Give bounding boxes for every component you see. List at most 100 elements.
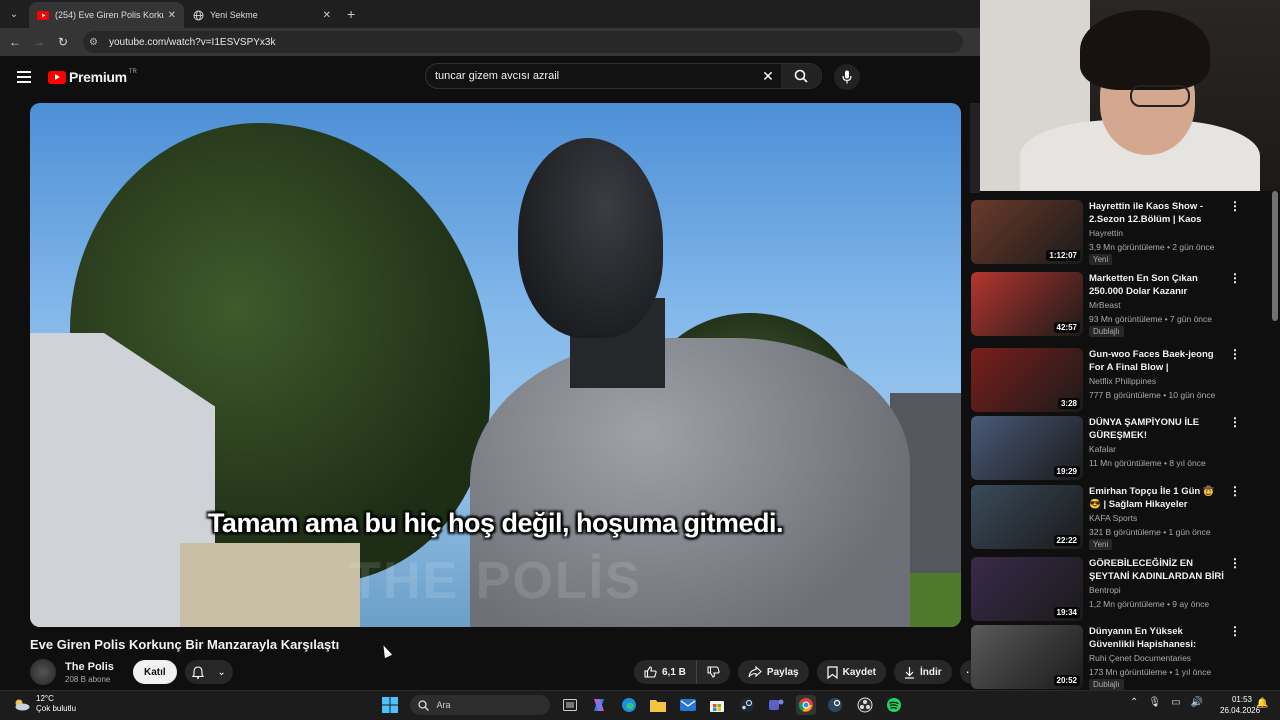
video-duration: 3:28 — [1057, 398, 1080, 409]
download-label: İndir — [919, 666, 942, 678]
copilot-icon[interactable] — [589, 695, 609, 715]
recommendation-title[interactable]: Marketten En Son Çıkan 250.000 Dolar Kaz… — [1089, 272, 1225, 298]
recommendation-channel[interactable]: Hayrettin — [1089, 228, 1123, 238]
tab-video[interactable]: (254) Eve Giren Polis Korkunç Bi ✕ — [29, 2, 184, 28]
channel-avatar[interactable] — [30, 659, 56, 685]
tab-new[interactable]: Yeni Sekme ✕ — [184, 2, 339, 28]
recommendation-title[interactable]: Gun-woo Faces Baek-jeong For A Final Blo… — [1089, 348, 1225, 374]
more-vertical-icon[interactable]: ⋮ — [1229, 557, 1241, 569]
recommendation-item[interactable]: 19:34 GÖREBİLECEĞİNİZ EN ŞEYTANİ KADINLAR… — [971, 557, 1271, 621]
url-field[interactable]: ⚙ youtube.com/watch?v=I1ESVSPYx3k — [83, 31, 963, 53]
share-button[interactable]: Paylaş — [737, 660, 809, 684]
search-box[interactable]: tuncar gizem avcısı azrail ✕ — [425, 63, 822, 89]
recommendation-title[interactable]: DÜNYA ŞAMPİYONU İLE GÜREŞMEK! — [1089, 416, 1225, 442]
spotify-icon[interactable] — [884, 695, 904, 715]
taskbar-search[interactable]: Ara — [409, 695, 550, 715]
video-thumbnail[interactable]: 42:57 — [971, 272, 1083, 336]
video-subtitle: Tamam ama bu hiç hoş değil, hoşuma gitme… — [207, 508, 784, 538]
save-button[interactable]: Kaydet — [816, 660, 886, 684]
steam-app-icon[interactable] — [825, 695, 845, 715]
dislike-button[interactable] — [697, 660, 730, 684]
forward-arrow-icon[interactable]: → — [27, 35, 51, 49]
sidebar-scrollbar[interactable] — [1272, 191, 1278, 321]
recommendation-item[interactable]: 19:29 DÜNYA ŞAMPİYONU İLE GÜREŞMEK! Kafala… — [971, 416, 1271, 480]
teams-icon[interactable] — [766, 695, 786, 715]
recommendation-item[interactable]: 1:12:07 Hayrettin ile Kaos Show - 2.Sezon… — [971, 200, 1271, 265]
voice-search-button[interactable] — [834, 64, 860, 90]
recommendation-title[interactable]: GÖREBİLECEĞİNİZ EN ŞEYTANİ KADINLARDAN B… — [1089, 557, 1225, 583]
menu-hamburger-icon[interactable] — [17, 71, 31, 83]
like-button[interactable]: 6,1 B — [634, 660, 697, 684]
video-thumbnail[interactable]: 19:34 — [971, 557, 1083, 621]
clock-date: 26.04.2026 — [1220, 706, 1261, 715]
microphone-icon[interactable]: 🎙 — [1148, 697, 1161, 708]
site-settings-icon[interactable]: ⚙ — [89, 37, 103, 48]
chevron-up-icon[interactable]: ⌃ — [1130, 697, 1138, 708]
file-explorer-icon[interactable] — [648, 695, 668, 715]
recommendation-channel[interactable]: MrBeast — [1089, 300, 1121, 310]
recommendation-item[interactable]: 22:22 Emirhan Topçu İle 1 Gün 🤠😎 | Sağlam… — [971, 485, 1271, 550]
recommendation-item[interactable]: 3:28 Gun-woo Faces Baek-jeong For A Final… — [971, 348, 1271, 412]
download-button[interactable]: İndir — [893, 660, 952, 684]
volume-icon[interactable]: 🔊 — [1191, 697, 1203, 708]
video-thumbnail[interactable]: 22:22 — [971, 485, 1083, 549]
youtube-favicon-icon — [37, 9, 49, 21]
join-button[interactable]: Katıl — [133, 660, 177, 684]
video-thumbnail[interactable]: 20:52 — [971, 625, 1083, 689]
youtube-premium-logo[interactable]: Premium TR — [48, 69, 137, 85]
recommendation-title[interactable]: Dünyanın En Yüksek Güvenlikli Hapishanes… — [1089, 625, 1225, 651]
globe-icon — [192, 9, 204, 21]
video-duration: 19:34 — [1053, 607, 1080, 618]
more-vertical-icon[interactable]: ⋮ — [1229, 272, 1241, 284]
recommendation-title[interactable]: Hayrettin ile Kaos Show - 2.Sezon 12.Böl… — [1089, 200, 1225, 226]
reload-icon[interactable]: ↻ — [51, 35, 75, 49]
save-label: Kaydet — [842, 666, 876, 678]
close-tab-icon[interactable]: ✕ — [323, 10, 331, 21]
mail-icon[interactable] — [678, 695, 698, 715]
recommendation-views: 173 Mn görüntüleme • 1 yıl önce — [1089, 667, 1212, 677]
recommendation-item[interactable]: 42:57 Marketten En Son Çıkan 250.000 Dola… — [971, 272, 1271, 337]
video-player[interactable]: Tamam ama bu hiç hoş değil, hoşuma gitme… — [30, 103, 961, 627]
recommendation-item[interactable]: 20:52 Dünyanın En Yüksek Güvenlikli Hapis… — [971, 625, 1271, 690]
more-vertical-icon[interactable]: ⋮ — [1229, 485, 1241, 497]
recommendation-channel[interactable]: Bentropi — [1089, 585, 1121, 595]
close-tab-icon[interactable]: ✕ — [168, 10, 176, 21]
recommendation-channel[interactable]: KAFA Sports — [1089, 513, 1137, 523]
more-vertical-icon[interactable]: ⋮ — [1229, 625, 1241, 637]
more-vertical-icon[interactable]: ⋮ — [1229, 200, 1241, 212]
network-icon[interactable]: ▭ — [1171, 697, 1180, 708]
new-tab-plus-icon[interactable]: + — [347, 6, 355, 22]
recommendation-channel[interactable]: Netflix Philippines — [1089, 376, 1156, 386]
taskbar-clock[interactable]: 01:53 26.04.2026 — [1220, 694, 1261, 716]
video-duration: 19:29 — [1053, 466, 1080, 477]
recommendation-channel[interactable]: Ruhi Çenet Documentaries — [1089, 653, 1191, 663]
weather-widget[interactable]: 12°C Çok bulutlu — [12, 694, 76, 714]
url-text: youtube.com/watch?v=I1ESVSPYx3k — [109, 36, 276, 48]
steam-icon[interactable] — [737, 695, 757, 715]
notification-icon[interactable]: 🔔 — [1256, 698, 1268, 709]
windows-start-icon[interactable] — [380, 695, 400, 715]
notification-bell-button[interactable]: ⌄ — [184, 660, 233, 684]
more-vertical-icon[interactable]: ⋮ — [1229, 416, 1241, 428]
thumbs-up-icon — [644, 666, 657, 678]
recommendation-channel[interactable]: Kafalar — [1089, 444, 1116, 454]
tab-list-button[interactable]: ⌄ — [3, 3, 25, 25]
task-view-icon[interactable] — [560, 695, 580, 715]
edge-browser-icon[interactable] — [619, 695, 639, 715]
obs-icon[interactable] — [855, 695, 875, 715]
search-input[interactable]: tuncar gizem avcısı azrail — [426, 70, 755, 82]
recommendation-badge: Dublajlı — [1089, 679, 1124, 690]
video-thumbnail[interactable]: 1:12:07 — [971, 200, 1083, 264]
tab-title: (254) Eve Giren Polis Korkunç Bi — [55, 10, 164, 20]
search-button[interactable] — [781, 64, 821, 88]
microsoft-store-icon[interactable] — [707, 695, 727, 715]
clear-search-icon[interactable]: ✕ — [755, 68, 781, 85]
video-thumbnail[interactable]: 19:29 — [971, 416, 1083, 480]
channel-name[interactable]: The Polis — [65, 661, 125, 673]
back-arrow-icon[interactable]: ← — [3, 35, 27, 49]
recommendation-title[interactable]: Emirhan Topçu İle 1 Gün 🤠😎 | Sağlam Hika… — [1089, 485, 1225, 511]
address-bar-row: ← → ↻ ⚙ youtube.com/watch?v=I1ESVSPYx3k — [0, 28, 980, 56]
chrome-icon[interactable] — [795, 695, 816, 715]
video-thumbnail[interactable]: 3:28 — [971, 348, 1083, 412]
more-vertical-icon[interactable]: ⋮ — [1229, 348, 1241, 360]
